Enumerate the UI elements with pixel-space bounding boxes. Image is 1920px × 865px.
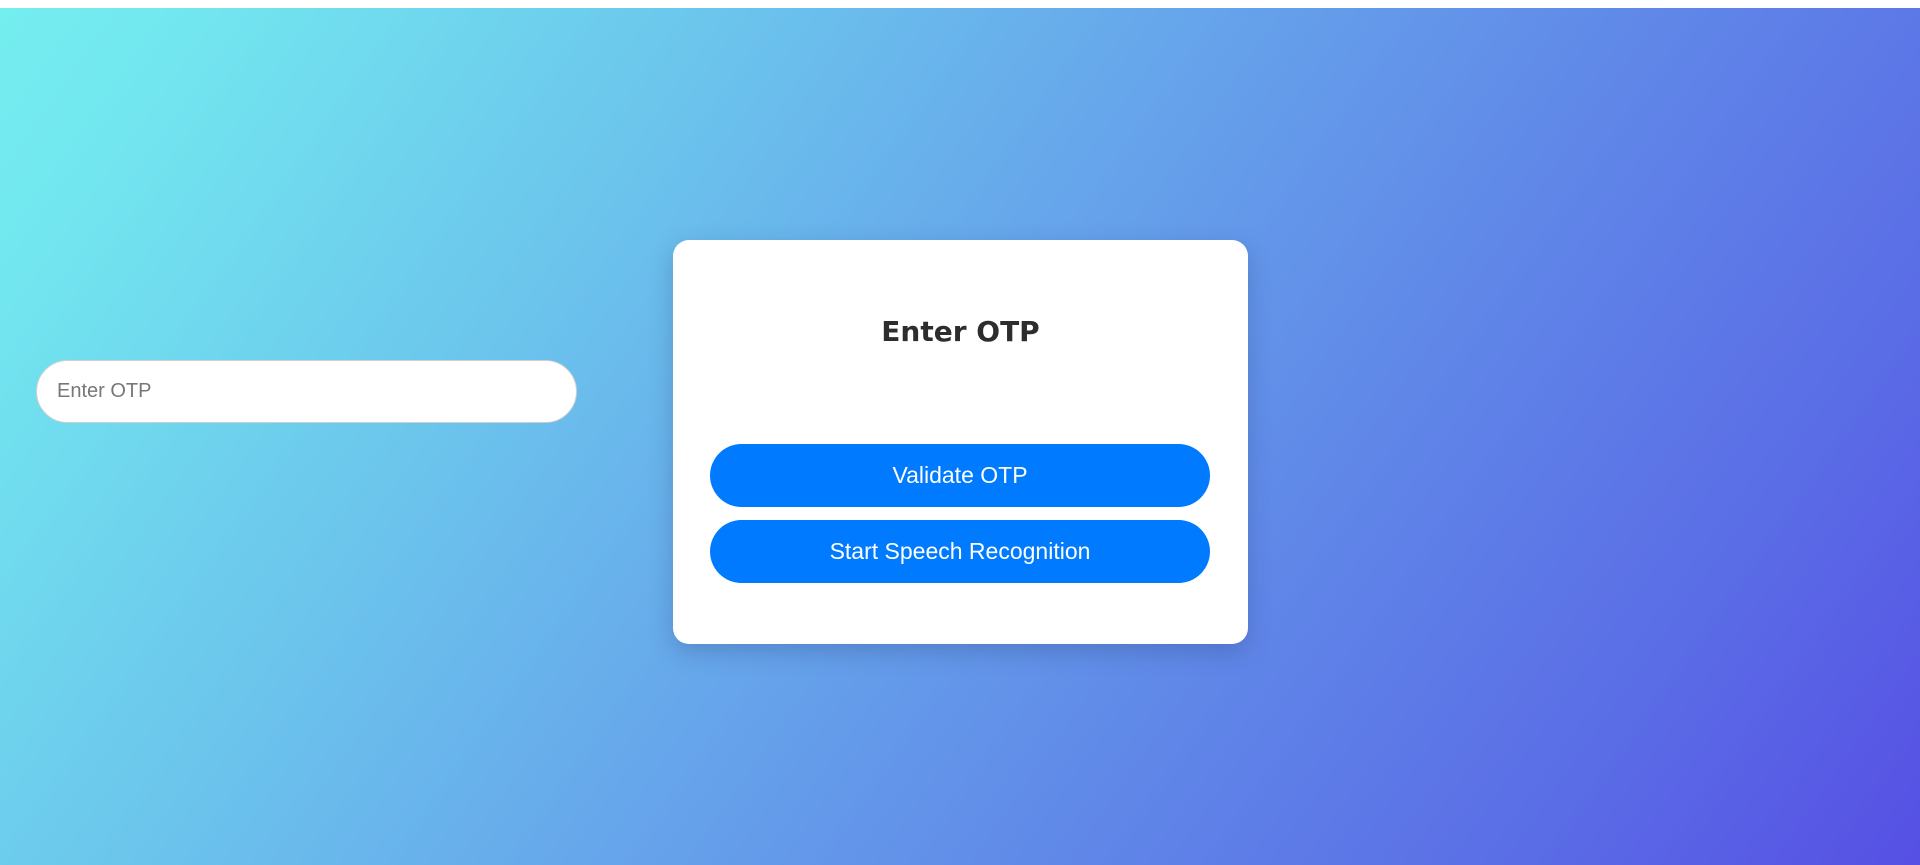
page-title: Enter OTP xyxy=(881,315,1040,348)
otp-card: Enter OTP Validate OTP Start Speech Reco… xyxy=(673,240,1248,644)
start-speech-recognition-button[interactable]: Start Speech Recognition xyxy=(710,520,1210,583)
otp-input[interactable] xyxy=(36,360,577,423)
page-background: Enter OTP Validate OTP Start Speech Reco… xyxy=(0,8,1920,865)
validate-otp-button[interactable]: Validate OTP xyxy=(710,444,1210,507)
